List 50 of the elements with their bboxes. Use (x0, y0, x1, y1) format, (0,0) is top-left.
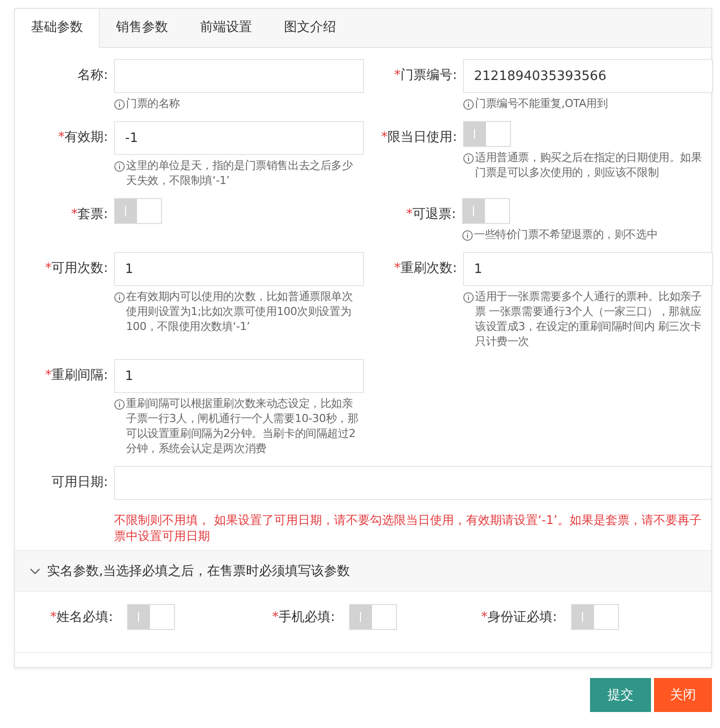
info-icon (114, 399, 125, 410)
input-field[interactable]: -1 (114, 121, 364, 155)
field-label: *可退票: (405, 206, 457, 224)
info-icon (114, 161, 125, 172)
tab[interactable]: 基础参数 (15, 9, 100, 48)
field-label: *重刷次数: (393, 260, 458, 278)
field-label: 可用日期: (50, 474, 109, 492)
field-label: *姓名必填: (49, 609, 114, 626)
info-icon (114, 292, 125, 303)
field-label: *套票: (70, 206, 109, 224)
field-label: *重刷间隔: (44, 367, 109, 385)
info-icon (463, 99, 474, 110)
hint-text: 门票的名称 (126, 96, 180, 111)
tab[interactable]: 图文介绍 (268, 9, 352, 47)
hint-text: 一些特价门票不希望退票的，则不选中 (474, 227, 658, 242)
toggle-switch[interactable] (463, 121, 511, 147)
input-field[interactable] (114, 59, 364, 93)
toggle-switch[interactable] (462, 198, 510, 224)
info-icon (463, 292, 474, 303)
action-button[interactable]: 提交 (590, 678, 651, 712)
field-label: *有效期: (57, 129, 109, 147)
tab[interactable]: 销售参数 (100, 9, 184, 47)
field-label: *手机必填: (271, 609, 336, 626)
field-label: *门票编号: (393, 67, 458, 85)
warning-note: 不限制则不用填， 如果设置了可用日期，请不要勾选限当日使用，有效期请设置‘-1’。如果是套票，请不要再子票中设置可用日期 (114, 512, 702, 544)
input-field[interactable]: 1 (463, 252, 713, 286)
section-title: 实名参数,当选择必填之后，在售票时必须填写该参数 (47, 563, 350, 580)
field-label: *可用次数: (44, 260, 109, 278)
hint-text: 适用普通票，购买之后在指定的日期使用。如果门票是可以多次使用的，则应该不限制 (475, 150, 703, 180)
hint-text: 在有效期内可以使用的次数，比如普通票限单次使用则设置为1;比如次票可使用100次则设置为100，不限使用次数填‘-1’ (126, 289, 354, 334)
input-field[interactable]: 1 (114, 252, 364, 286)
info-icon (114, 99, 125, 110)
hint-text: 这里的单位是天，指的是门票销售出去之后多少天失效，不限制填‘-1’ (126, 158, 354, 188)
info-icon (463, 153, 474, 164)
hint-text: 门票编号不能重复,OTA用到 (475, 96, 608, 111)
toggle-switch[interactable] (114, 198, 162, 224)
toggle-switch[interactable] (127, 604, 175, 630)
info-icon (462, 230, 473, 241)
field-label: *限当日使用: (380, 129, 458, 147)
toggle-switch[interactable] (349, 604, 397, 630)
toggle-switch[interactable] (571, 604, 619, 630)
tab[interactable]: 前端设置 (184, 9, 268, 47)
collapse-header[interactable]: 实名参数,当选择必填之后，在售票时必须填写该参数 (15, 550, 711, 592)
field-label: *身份证必填: (480, 609, 558, 626)
field-label: 名称: (76, 67, 109, 85)
hint-text: 适用于一张票需要多个人通行的票种。比如亲子票 一张票需要通行3个人（一家三口），那就应该设置成3，在设定的重刷间隔时间内 刷三次卡只计费一次 (475, 289, 703, 349)
date-input-field[interactable] (114, 466, 712, 500)
input-field[interactable]: 2121894035393566 (463, 59, 713, 93)
hint-text: 重刷间隔可以根据重刷次数来动态设定，比如亲子票一行3人，闸机通行一个人需要10-30秒，那可以设置重刷间隔为2分钟。当刷卡的间隔超过2分钟，系统会认定是两次消费 (126, 396, 360, 456)
input-field[interactable]: 1 (114, 359, 364, 393)
